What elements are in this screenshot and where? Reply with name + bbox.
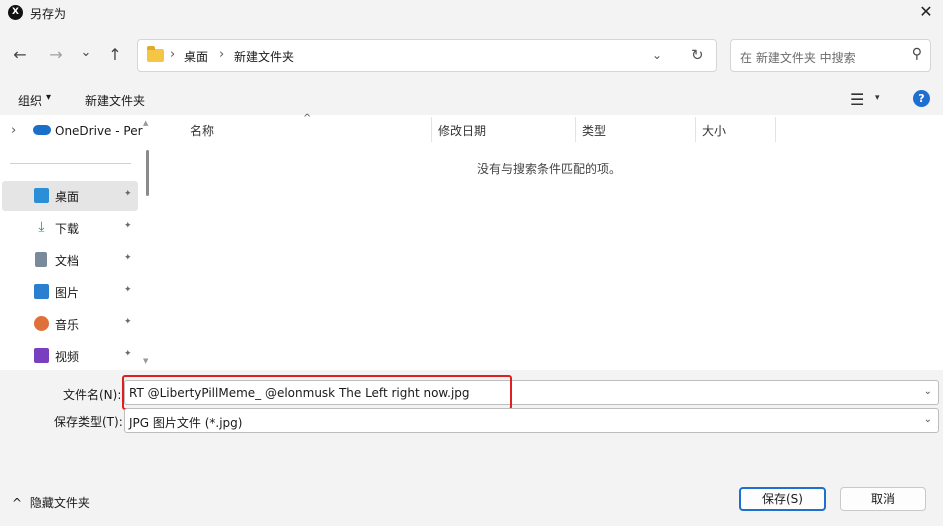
scroll-down-icon[interactable]: ▼ <box>143 357 148 365</box>
column-header-size[interactable]: 大小 <box>702 122 726 150</box>
hide-folders-toggle[interactable]: ^ 隐藏文件夹 <box>12 494 90 511</box>
sidebar-item-pictures[interactable]: 图片 ✦ <box>2 277 138 307</box>
sidebar-item-music[interactable]: 音乐 ✦ <box>2 309 138 339</box>
filename-label: 文件名(N): <box>63 388 122 402</box>
save-button[interactable]: 保存(S) <box>739 487 826 511</box>
document-icon <box>35 252 47 267</box>
app-x-icon: X <box>8 5 23 20</box>
organize-button[interactable]: 组织 <box>18 92 42 109</box>
chevron-up-icon: ^ <box>12 496 23 510</box>
sidebar-item-label: 桌面 <box>55 190 80 204</box>
column-divider[interactable] <box>575 117 576 142</box>
search-placeholder: 在 新建文件夹 中搜索 <box>740 51 856 65</box>
folder-icon <box>147 46 164 62</box>
refresh-icon[interactable]: ↻ <box>691 46 704 64</box>
title-bar: X 另存为 ✕ <box>0 0 943 26</box>
sidebar-item-label: 音乐 <box>55 318 80 332</box>
breadcrumb-separator: › <box>170 47 176 62</box>
help-icon[interactable]: ? <box>913 90 930 107</box>
pin-icon[interactable]: ✦ <box>124 349 132 359</box>
new-folder-button[interactable]: 新建文件夹 <box>85 92 145 109</box>
desktop-icon <box>34 188 49 203</box>
pin-icon[interactable]: ✦ <box>124 285 132 295</box>
breadcrumb-desktop[interactable]: 桌面 <box>184 48 208 65</box>
address-bar[interactable]: › 桌面 › 新建文件夹 ⌄ ↻ <box>137 39 717 72</box>
picture-icon <box>34 284 49 299</box>
sidebar-item-label: 下载 <box>55 222 80 236</box>
hide-folders-label: 隐藏文件夹 <box>29 496 90 510</box>
sidebar-item-videos[interactable]: 视频 ✦ <box>2 341 138 371</box>
pin-icon[interactable]: ✦ <box>124 253 132 263</box>
column-header-type[interactable]: 类型 <box>582 122 606 150</box>
view-options-icon[interactable]: ☰ <box>850 90 864 109</box>
search-icon[interactable]: ⚲ <box>912 46 922 62</box>
chevron-down-icon[interactable]: ⌄ <box>924 386 932 397</box>
music-icon <box>34 316 49 331</box>
sort-ascending-icon: ^ <box>303 113 312 124</box>
organize-caret-icon[interactable]: ▾ <box>46 92 51 103</box>
sidebar-item-onedrive[interactable]: OneDrive - Per <box>55 124 143 138</box>
breadcrumb-separator: › <box>219 47 225 62</box>
sidebar-item-downloads[interactable]: ⤓ 下载 ✦ <box>2 213 138 243</box>
sidebar-item-label: 图片 <box>55 286 80 300</box>
sidebar-item-label: 视频 <box>55 350 80 364</box>
chevron-down-icon[interactable]: ⌄ <box>924 414 932 425</box>
sidebar-item-desktop[interactable]: 桌面 ✦ <box>2 181 138 211</box>
filetype-select[interactable]: JPG 图片文件 (*.jpg) ⌄ <box>124 408 939 433</box>
pin-icon[interactable]: ✦ <box>124 317 132 327</box>
expand-chevron-icon[interactable]: › <box>11 123 16 138</box>
download-icon: ⤓ <box>38 219 45 235</box>
column-divider[interactable] <box>775 117 776 142</box>
filetype-value: JPG 图片文件 (*.jpg) <box>129 416 243 430</box>
search-input[interactable]: 在 新建文件夹 中搜索 ⚲ <box>730 39 931 72</box>
highlight-annotation <box>122 375 512 410</box>
window-title: 另存为 <box>30 7 67 21</box>
back-icon[interactable]: ← <box>9 44 31 66</box>
column-divider[interactable] <box>431 117 432 142</box>
view-caret-icon[interactable]: ▾ <box>875 93 880 103</box>
forward-icon[interactable]: → <box>45 44 67 66</box>
column-header-date-modified[interactable]: 修改日期 <box>438 122 486 150</box>
up-folder-icon[interactable]: ↑ <box>104 44 126 66</box>
sidebar-item-documents[interactable]: 文档 ✦ <box>2 245 138 275</box>
close-button[interactable]: ✕ <box>909 0 943 26</box>
onedrive-cloud-icon <box>33 125 51 135</box>
scroll-up-icon[interactable]: ▲ <box>143 119 148 127</box>
pin-icon[interactable]: ✦ <box>124 189 132 199</box>
cancel-button[interactable]: 取消 <box>840 487 926 511</box>
chevron-down-icon[interactable]: ⌄ <box>652 48 662 62</box>
empty-list-message: 没有与搜索条件匹配的项。 <box>476 162 621 176</box>
sidebar-item-label: 文档 <box>55 254 80 268</box>
recent-locations-icon[interactable]: ⌄ <box>75 42 97 64</box>
pin-icon[interactable]: ✦ <box>124 221 132 231</box>
filetype-label: 保存类型(T): <box>54 415 123 429</box>
column-divider[interactable] <box>695 117 696 142</box>
video-icon <box>34 348 49 363</box>
column-header-name[interactable]: 名称 <box>190 122 214 150</box>
breadcrumb-new-folder[interactable]: 新建文件夹 <box>234 48 294 65</box>
